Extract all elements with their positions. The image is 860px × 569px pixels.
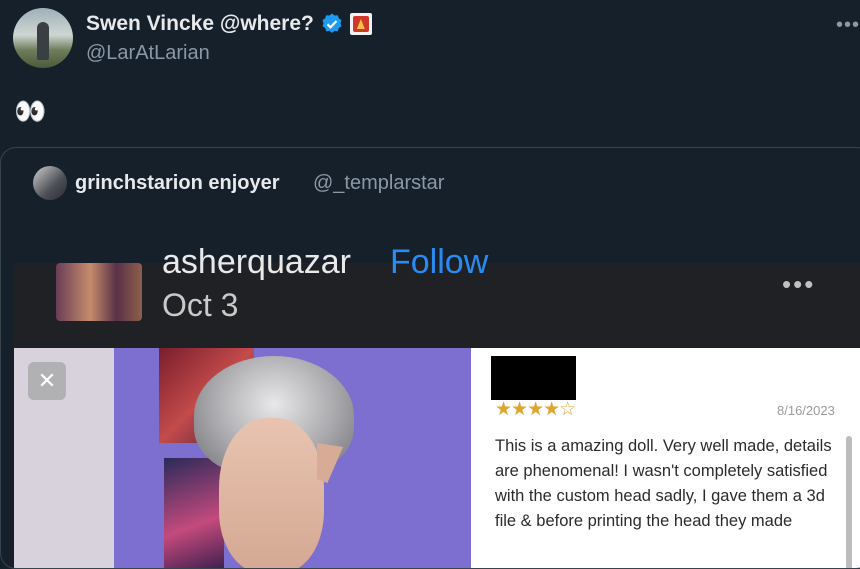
post-date: Oct 3: [162, 287, 239, 323]
tweet-text: 👀: [14, 96, 47, 126]
follow-link: Follow: [390, 243, 489, 281]
avatar-figure: [37, 22, 49, 60]
affiliate-badge-icon[interactable]: [349, 13, 372, 35]
poster-username: asherquazar: [162, 243, 352, 281]
more-options-icon[interactable]: •••: [836, 14, 860, 37]
post-more-icon: •••: [782, 269, 816, 299]
redacted-name: [491, 356, 576, 400]
doll-face: [219, 418, 324, 568]
poster-avatar: [56, 263, 142, 321]
author-name[interactable]: Swen Vincke @where?: [86, 12, 314, 36]
quoted-tweet[interactable]: grinchstarion enjoyer @_templarstar ashe…: [0, 147, 860, 569]
close-icon: ✕: [28, 362, 66, 400]
empty-star: ☆: [559, 399, 576, 420]
screenshot-post-header: asherquazar Follow Oct 3 •••: [14, 243, 860, 348]
quote-media-image[interactable]: asherquazar Follow Oct 3 ••• ✕ ★★★★☆ 8/1…: [14, 243, 860, 568]
rating-stars: ★★★★☆: [495, 398, 576, 421]
author-avatar[interactable]: [13, 8, 73, 68]
doll-ear: [317, 443, 343, 483]
review-scrollbar: [846, 436, 852, 568]
photo-poster-lower: [164, 458, 224, 568]
author-row: Swen Vincke @where?: [86, 10, 372, 38]
quote-author-name[interactable]: grinchstarion enjoyer: [75, 172, 280, 195]
review-panel: ★★★★☆ 8/16/2023 This is a amazing doll. …: [471, 348, 860, 568]
verified-badge-icon: [322, 13, 342, 33]
filled-stars: ★★★★: [495, 399, 560, 420]
author-handle[interactable]: @LarAtLarian: [86, 42, 210, 65]
quote-author-handle[interactable]: @_templarstar: [313, 172, 444, 195]
doll-photo: ✕: [14, 348, 471, 568]
review-date: 8/16/2023: [777, 403, 835, 418]
quote-author-avatar[interactable]: [33, 166, 67, 200]
review-text: This is a amazing doll. Very well made, …: [495, 437, 832, 530]
